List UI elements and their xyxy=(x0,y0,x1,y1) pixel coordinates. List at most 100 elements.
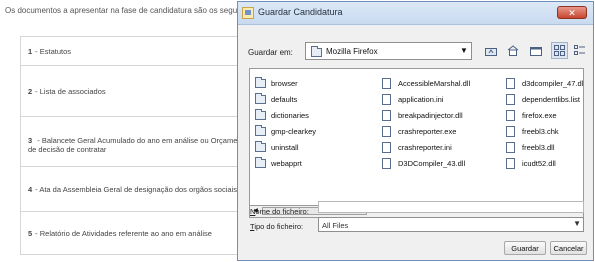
file-name: dependentlibs.list xyxy=(522,94,580,104)
file-list-item[interactable]: d3dcompiler_47.dll xyxy=(506,75,584,91)
look-in-label: Guardar em: xyxy=(248,48,293,57)
home-icon xyxy=(507,45,518,56)
details-view-icon xyxy=(574,45,585,55)
document-item: 2 - Lista de associados xyxy=(21,66,238,117)
file-name: crashreporter.ini xyxy=(398,142,452,152)
file-list-item[interactable]: application.ini xyxy=(382,91,470,107)
file-list-item[interactable]: crashreporter.exe xyxy=(382,123,470,139)
file-name: webapprt xyxy=(271,158,302,168)
file-name: breakpadinjector.dll xyxy=(398,110,463,120)
save-dialog: Guardar Candidatura ✕ Guardar em: Mozill… xyxy=(237,1,594,261)
look-in-value: Mozilla Firefox xyxy=(326,47,378,56)
file-icon xyxy=(382,125,391,137)
file-icon xyxy=(382,141,391,153)
file-name: defaults xyxy=(271,94,298,104)
file-icon xyxy=(506,109,515,121)
file-type-label: Tipo do ficheiro: xyxy=(250,222,303,231)
folder-icon xyxy=(255,156,266,168)
file-list-item[interactable]: icudt52.dll xyxy=(506,155,583,171)
new-folder-icon xyxy=(529,46,542,56)
file-list-item[interactable]: freebl3.dll xyxy=(506,139,583,155)
file-icon xyxy=(506,141,515,153)
home-button[interactable] xyxy=(504,42,521,59)
document-number: 4 xyxy=(28,184,33,194)
file-name: freebl3.dll xyxy=(522,142,555,152)
file-column: AccessibleMarshal.dll application.ini br… xyxy=(382,75,470,171)
file-list-item[interactable]: firefox.exe xyxy=(506,107,583,123)
document-label: - Relatório de Atividades referente ao a… xyxy=(35,228,212,238)
file-name: crashreporter.exe xyxy=(398,126,457,136)
up-one-level-icon xyxy=(484,47,497,56)
folder-icon xyxy=(311,46,322,57)
document-number: 2 xyxy=(28,86,33,96)
document-label: - Balancete Geral Acumulado do ano em an… xyxy=(37,136,238,145)
document-number: 5 xyxy=(28,228,33,238)
file-column: browser defaults dictionaries gmp-cleark… xyxy=(255,75,316,171)
document-label: - Ata da Assembleia Geral de designação … xyxy=(35,184,237,194)
cancel-button[interactable]: Cancelar xyxy=(550,241,587,255)
close-button[interactable]: ✕ xyxy=(557,6,587,19)
file-name: freebl3.chk xyxy=(522,126,559,136)
folder-icon xyxy=(255,108,266,120)
file-list-item[interactable]: crashreporter.ini xyxy=(382,139,470,155)
file-name: d3dcompiler_47.dll xyxy=(522,78,584,88)
file-list[interactable]: browser defaults dictionaries gmp-cleark… xyxy=(249,68,584,206)
document-item: 3 - Balancete Geral Acumulado do ano em … xyxy=(21,117,238,167)
file-name: uninstall xyxy=(271,142,299,152)
document-label: - Estatutos xyxy=(35,46,72,56)
file-list-item[interactable]: webapprt xyxy=(255,155,316,171)
file-icon xyxy=(506,93,515,105)
document-item: 1 - Estatutos xyxy=(21,37,238,66)
file-name-label-text: ome do ficheiro: xyxy=(255,207,309,216)
document-number: 1 xyxy=(28,46,33,56)
file-icon xyxy=(382,109,391,121)
document-item: 5 - Relatório de Atividades referente ao… xyxy=(21,212,238,254)
folder-icon xyxy=(255,76,266,88)
file-name: firefox.exe xyxy=(522,110,557,120)
file-list-item[interactable]: D3DCompiler_43.dll xyxy=(382,155,470,171)
java-app-icon xyxy=(242,7,254,19)
file-icon xyxy=(506,125,515,137)
file-icon xyxy=(506,157,515,169)
file-list-item[interactable]: AccessibleMarshal.dll xyxy=(382,75,470,91)
file-list-item[interactable]: dictionaries xyxy=(255,107,316,123)
file-name-input[interactable] xyxy=(318,201,584,213)
document-label: - Lista de associados xyxy=(35,86,106,96)
file-name: browser xyxy=(271,78,298,88)
up-one-level-button[interactable] xyxy=(482,42,499,59)
file-list-item[interactable]: freebl3.chk xyxy=(506,123,583,139)
close-icon: ✕ xyxy=(568,8,576,18)
details-view-button[interactable] xyxy=(571,42,588,59)
document-list: 1 - Estatutos 2 - Lista de associados 3 … xyxy=(20,36,238,255)
look-in-combobox[interactable]: Mozilla Firefox ▼ xyxy=(305,42,472,60)
file-list-item[interactable]: defaults xyxy=(255,91,316,107)
file-name-label: Nome do ficheiro: xyxy=(250,207,309,216)
file-type-value: All Files xyxy=(322,221,349,230)
chevron-down-icon: ▼ xyxy=(573,219,581,228)
folder-icon xyxy=(255,124,266,136)
list-view-button[interactable] xyxy=(551,42,568,59)
file-icon xyxy=(382,93,391,105)
file-name: gmp-clearkey xyxy=(271,126,317,136)
new-folder-button[interactable] xyxy=(527,42,544,59)
file-list-item[interactable]: dependentlibs.list xyxy=(506,91,583,107)
chevron-down-icon: ▼ xyxy=(460,46,468,55)
folder-icon xyxy=(255,92,266,104)
intro-text: Os documentos a apresentar na fase de ca… xyxy=(5,6,237,15)
dialog-titlebar[interactable]: Guardar Candidatura ✕ xyxy=(238,2,593,25)
dialog-title: Guardar Candidatura xyxy=(258,7,343,17)
file-list-item[interactable]: breakpadinjector.dll xyxy=(382,107,470,123)
file-name: D3DCompiler_43.dll xyxy=(398,158,466,168)
file-icon xyxy=(382,77,391,89)
file-name: AccessibleMarshal.dll xyxy=(398,78,471,88)
save-button[interactable]: Guardar xyxy=(504,241,546,255)
file-icon xyxy=(382,157,391,169)
list-view-icon xyxy=(554,45,565,56)
file-list-item[interactable]: uninstall xyxy=(255,139,316,155)
dialog-body: Guardar em: Mozilla Firefox ▼ browser de… xyxy=(238,25,593,260)
document-item: 4 - Ata da Assembleia Geral de designaçã… xyxy=(21,167,238,212)
file-list-item[interactable]: browser xyxy=(255,75,316,91)
file-name: application.ini xyxy=(398,94,444,104)
file-list-item[interactable]: gmp-clearkey xyxy=(255,123,316,139)
file-type-combobox[interactable]: All Files ▼ xyxy=(318,217,584,232)
